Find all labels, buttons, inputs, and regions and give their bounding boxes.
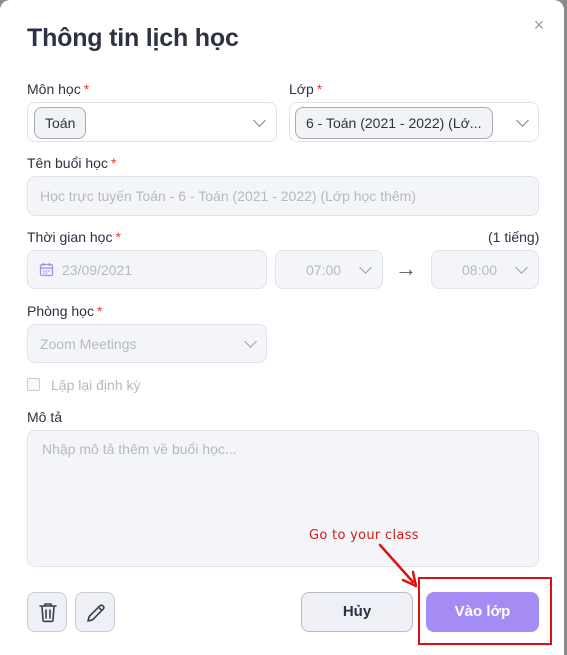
pencil-icon [87,604,105,622]
session-name-value: Học trực tuyến Toán - 6 - Toán (2021 - 2… [40,188,417,204]
chevron-down-icon [253,114,266,127]
trash-icon [39,603,57,623]
start-time-select[interactable]: 07:00 [275,250,383,289]
end-time-value: 08:00 [462,262,498,278]
repeat-label: Lặp lại định kỳ [51,377,141,393]
room-select[interactable]: Zoom Meetings [27,324,267,363]
class-tag: 6 - Toán (2021 - 2022) (Lớ... [295,107,493,139]
end-time-select[interactable]: 08:00 [431,250,539,289]
date-picker[interactable]: 23/09/2021 [27,250,267,289]
duration-text: (1 tiếng) [488,229,540,245]
dialog-title: Thông tin lịch học [27,24,239,52]
required-mark: * [110,155,117,171]
required-mark: * [96,303,103,319]
description-label: Mô tả [27,409,63,425]
class-label: Lớp * [289,81,323,97]
session-name-input[interactable]: Học trực tuyến Toán - 6 - Toán (2021 - 2… [27,176,539,216]
date-value: 23/09/2021 [62,262,133,278]
cancel-button[interactable]: Hủy [301,592,413,632]
subject-select[interactable]: Toán [27,102,277,142]
start-time-value: 07:00 [306,262,342,278]
annotation-highlight-box [418,577,552,645]
description-placeholder: Nhập mô tả thêm về buổi học... [42,441,237,457]
description-textarea[interactable]: Nhập mô tả thêm về buổi học... [27,430,539,567]
edit-button[interactable] [75,592,115,632]
required-mark: * [83,81,90,97]
chevron-down-icon [359,261,372,274]
schedule-dialog: Thông tin lịch học × Môn học * Toán Lớp * … [0,0,564,655]
session-name-label: Tên buổi học * [27,155,117,171]
class-select[interactable]: 6 - Toán (2021 - 2022) (Lớ... [289,102,539,142]
calendar-icon [39,263,54,277]
subject-tag: Toán [34,107,87,139]
repeat-checkbox[interactable] [27,378,40,391]
required-mark: * [115,229,121,245]
close-icon[interactable]: × [530,16,548,34]
time-label: Thời gian học * [27,229,121,245]
subject-label: Môn học * [27,81,90,97]
room-value: Zoom Meetings [40,336,137,352]
chevron-down-icon [516,114,529,127]
delete-button[interactable] [27,592,67,632]
chevron-down-icon [515,261,528,274]
chevron-down-icon [244,335,257,348]
arrow-right-icon: → [395,256,417,281]
required-mark: * [316,81,323,97]
room-label: Phòng học * [27,303,103,319]
